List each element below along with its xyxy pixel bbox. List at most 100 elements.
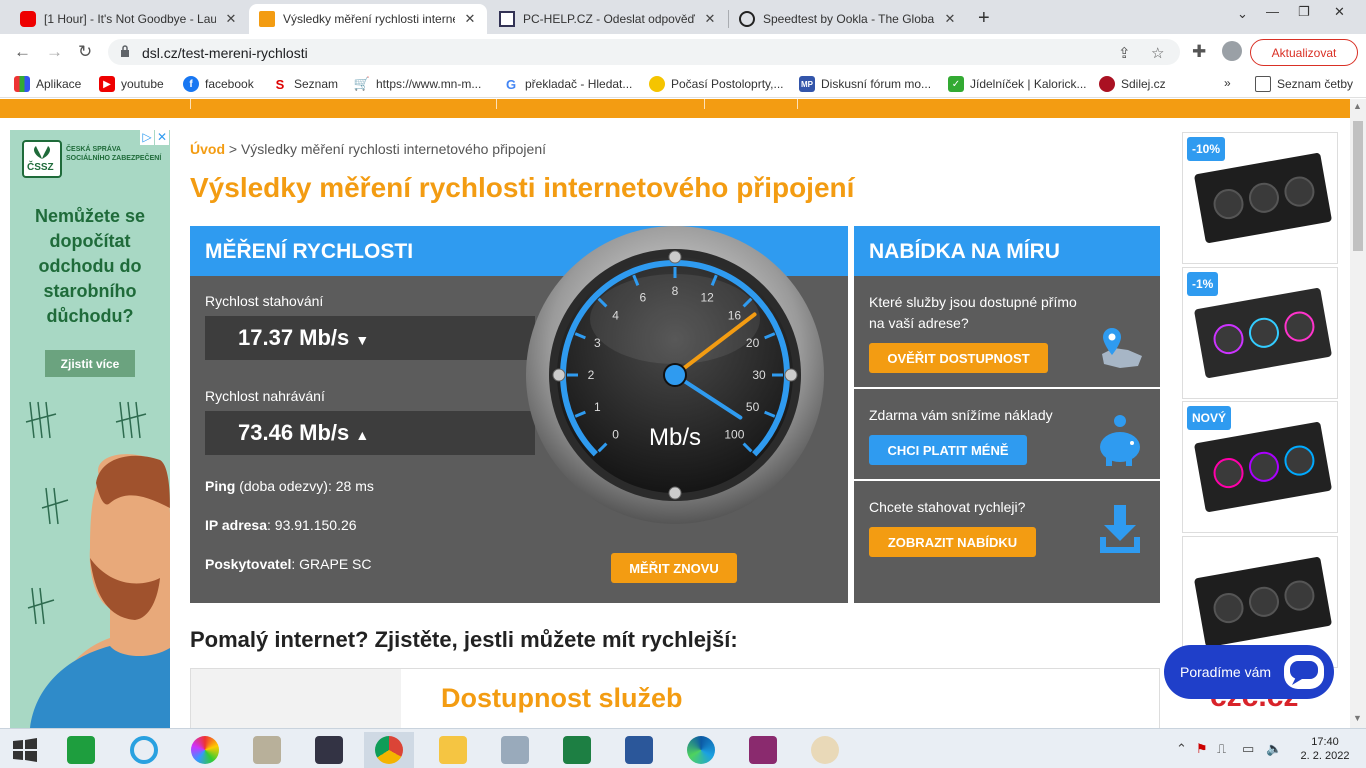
taskbar-calculator[interactable]	[490, 732, 540, 768]
close-icon[interactable]: ✕	[703, 11, 717, 27]
taskbar-explorer[interactable]	[428, 732, 478, 768]
tab-speedtest[interactable]: Speedtest by Ookla - The Global ✕	[729, 4, 967, 34]
bookmark-translator[interactable]: G překladač - Hledat...	[503, 76, 632, 92]
tab-youtube[interactable]: [1 Hour] - It's Not Goodbye - Lau ✕	[10, 4, 248, 34]
tab-pchelp[interactable]: PC-HELP.CZ - Odeslat odpověď ✕	[489, 4, 727, 34]
gpu-product-1[interactable]: -10%	[1182, 132, 1338, 264]
star-icon[interactable]: ☆	[1151, 44, 1164, 62]
ad-right-czc[interactable]: ▷ ✕ -10% -1% NOVÝ	[1182, 130, 1338, 728]
taskbar-chrome[interactable]	[364, 732, 414, 768]
reading-list[interactable]: Seznam četby	[1255, 76, 1353, 92]
offer-text-availability: Které služby jsou dostupné přímo na vaší…	[869, 294, 1077, 331]
minimize-icon[interactable]: —	[1266, 4, 1279, 19]
bookmark-forum[interactable]: MP Diskusní fórum mo...	[799, 76, 931, 92]
taskbar-tool[interactable]	[242, 732, 292, 768]
bookmark-sdilej[interactable]: Sdilej.cz	[1099, 76, 1166, 92]
tab-dsl[interactable]: Výsledky měření rychlosti interne ✕	[249, 4, 487, 34]
bookmark-facebook[interactable]: f facebook	[183, 76, 254, 92]
check-availability-button[interactable]: OVĚŘIT DOSTUPNOST	[869, 343, 1048, 373]
tray-expand-icon[interactable]: ⌃	[1176, 741, 1187, 757]
google-icon: G	[505, 76, 517, 92]
bookmark-menu[interactable]: ✓ Jídelníček | Kalorick...	[948, 76, 1087, 92]
ad-headline: Nemůžete se dopočítat odchodu do starobn…	[34, 206, 146, 326]
lock-icon	[121, 45, 129, 57]
offer-row-savings: Zdarma vám snížíme náklady CHCI PLATIT M…	[854, 387, 1160, 479]
taskbar-picasa[interactable]	[180, 732, 230, 768]
url-text: dsl.cz/test-mereni-rychlosti	[142, 45, 308, 61]
bookmark-youtube[interactable]: ▶ youtube	[99, 76, 164, 92]
bookmarks-more-icon[interactable]: »	[1224, 76, 1231, 90]
bookmark-seznam[interactable]: S Seznam	[272, 76, 338, 92]
start-button[interactable]	[0, 732, 50, 768]
map-pin-icon	[1102, 328, 1142, 368]
scrollbar-thumb[interactable]	[1353, 121, 1363, 251]
back-icon[interactable]: ←	[14, 42, 31, 62]
folder-icon	[439, 736, 467, 764]
bookmarks-bar: Aplikace ▶ youtube f facebook S Seznam 🛒…	[0, 70, 1366, 98]
ad-left-cssz[interactable]: ČSSZ ČESKÁ SPRÁVA SOCIÁLNÍHO ZABEZPEČENÍ…	[10, 130, 170, 728]
scroll-up-icon[interactable]: ▲	[1353, 101, 1362, 111]
close-icon[interactable]: ✕	[224, 11, 238, 27]
restore-icon[interactable]: ❐	[1298, 4, 1310, 20]
update-button[interactable]: Aktualizovat	[1250, 39, 1358, 66]
chat-widget[interactable]: Poradíme vám	[1164, 645, 1334, 699]
bookmark-weather[interactable]: Počasí Postoloprty,...	[649, 76, 784, 92]
youtube-icon	[20, 11, 36, 27]
taskbar-paint[interactable]	[800, 732, 850, 768]
weather-icon	[649, 76, 665, 92]
taskbar-clock[interactable]: 17:40 2. 2. 2022	[1300, 735, 1350, 763]
gpu-product-3[interactable]: NOVÝ	[1182, 401, 1338, 533]
excel-icon	[563, 736, 591, 764]
ip-info: IP adresa: 93.91.150.26	[205, 517, 357, 533]
tab-title: PC-HELP.CZ - Odeslat odpověď	[523, 12, 695, 26]
pay-less-button[interactable]: CHCI PLATIT MÉNĚ	[869, 435, 1027, 465]
ad-choices-icon[interactable]: ▷	[140, 130, 154, 145]
close-icon[interactable]: ✕	[943, 11, 957, 27]
taskbar-edge[interactable]	[676, 732, 726, 768]
gpu-image	[1193, 152, 1333, 244]
ad-more-button[interactable]: Zjistit více	[45, 350, 135, 377]
taskbar-winrar[interactable]	[738, 732, 788, 768]
ad-close-icon[interactable]: ✕	[155, 130, 169, 145]
offer-text-faster: Chcete stahovat rychleji?	[869, 499, 1026, 515]
tab-search-icon[interactable]: ⌄	[1237, 6, 1248, 22]
new-tab-button[interactable]: +	[978, 7, 990, 30]
network-warning-icon[interactable]: ⚑	[1196, 741, 1208, 757]
tab-bar: [1 Hour] - It's Not Goodbye - Lau ✕ Výsl…	[0, 0, 1366, 34]
avatar[interactable]	[1222, 41, 1242, 61]
bookmark-mnm[interactable]: 🛒 https://www.mn-m...	[354, 76, 481, 92]
forward-icon[interactable]: →	[46, 42, 63, 62]
taskbar-floppy[interactable]	[304, 732, 354, 768]
close-icon[interactable]: ✕	[463, 11, 477, 27]
taskbar-ie[interactable]	[119, 732, 169, 768]
gpu-product-2[interactable]: -1%	[1182, 267, 1338, 399]
sdilej-icon	[1099, 76, 1115, 92]
extensions-icon[interactable]: ✚	[1192, 42, 1206, 62]
gauge-hub	[663, 363, 687, 387]
show-offer-button[interactable]: ZOBRAZIT NABÍDKU	[869, 527, 1036, 557]
breadcrumb-home-link[interactable]: Úvod	[190, 141, 225, 157]
taskbar-word[interactable]	[614, 732, 664, 768]
taskbar-excel[interactable]	[552, 732, 602, 768]
volume-icon[interactable]: 🔈	[1266, 741, 1282, 757]
display-icon[interactable]: ▭	[1242, 741, 1254, 757]
word-icon	[625, 736, 653, 764]
usb-icon[interactable]: ⎍	[1217, 741, 1226, 757]
facebook-icon: f	[183, 76, 199, 92]
address-bar[interactable]: dsl.cz/test-mereni-rychlosti ⇪ ☆	[108, 39, 1180, 65]
scroll-down-icon[interactable]: ▼	[1353, 713, 1362, 723]
remeasure-button[interactable]: MĚŘIT ZNOVU	[611, 553, 737, 583]
page-scrollbar[interactable]: ▲ ▼	[1350, 99, 1366, 728]
page-title: Výsledky měření rychlosti internetového …	[190, 172, 855, 203]
reload-icon[interactable]: ↻	[78, 42, 92, 62]
fan-icon	[1282, 309, 1317, 344]
share-icon[interactable]: ⇪	[1118, 44, 1131, 62]
gauge-tick-label: 2	[588, 368, 595, 382]
bookmark-apps[interactable]: Aplikace	[14, 76, 81, 92]
chrome-icon	[375, 736, 403, 764]
taskbar-minesweeper[interactable]	[56, 732, 106, 768]
cssz-org-name: ČESKÁ SPRÁVA SOCIÁLNÍHO ZABEZPEČENÍ	[66, 146, 162, 162]
windows-taskbar: ⌃ ⚑ ⎍ ▭ 🔈 17:40 2. 2. 2022	[0, 728, 1366, 768]
download-value-box: 17.37 Mb/s ▼	[205, 316, 535, 360]
window-close-icon[interactable]: ✕	[1334, 4, 1345, 20]
